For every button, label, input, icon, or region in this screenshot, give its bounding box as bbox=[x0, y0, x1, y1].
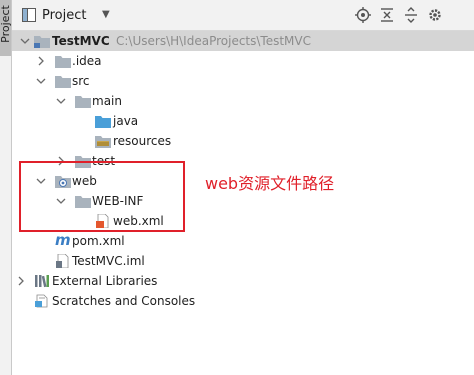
tree-item-label: TestMVC bbox=[52, 34, 110, 48]
settings-icon[interactable] bbox=[426, 6, 444, 24]
tool-window-strip: Project bbox=[0, 0, 12, 375]
tree-item-label: TestMVC.iml bbox=[72, 254, 145, 268]
locate-icon[interactable] bbox=[354, 6, 372, 24]
tree-item-src[interactable]: src bbox=[12, 71, 474, 91]
tree-item-resources[interactable]: resources bbox=[12, 131, 474, 151]
tree-item-label: java bbox=[113, 114, 139, 128]
tree-item-pom[interactable]: m pom.xml bbox=[12, 231, 474, 251]
maven-file-icon: m bbox=[55, 231, 71, 249]
tree-item-label: pom.xml bbox=[72, 234, 125, 248]
tree-item-label: External Libraries bbox=[52, 274, 158, 288]
tree-item-root[interactable]: TestMVC C:\Users\H\IdeaProjects\TestMVC bbox=[12, 31, 474, 51]
tree-item-scratches[interactable]: Scratches and Consoles bbox=[12, 291, 474, 311]
collapse-all-icon[interactable] bbox=[378, 6, 396, 24]
project-view-icon bbox=[22, 8, 36, 22]
tree-item-java[interactable]: java bbox=[12, 111, 474, 131]
scratches-icon bbox=[35, 294, 48, 308]
tree-item-external-libraries[interactable]: External Libraries bbox=[12, 271, 474, 291]
chevron-right-icon[interactable] bbox=[36, 55, 46, 67]
caret-down-icon[interactable]: ▼ bbox=[102, 9, 110, 21]
tree-item-label: main bbox=[92, 94, 122, 108]
expand-all-icon[interactable] bbox=[402, 6, 420, 24]
chevron-down-icon[interactable] bbox=[20, 35, 30, 47]
project-toolwindow-header: Project ▼ bbox=[12, 0, 474, 31]
tree-item-iml[interactable]: TestMVC.iml bbox=[12, 251, 474, 271]
chevron-down-icon[interactable] bbox=[36, 75, 46, 87]
source-folder-icon bbox=[95, 116, 111, 128]
project-strip-tab[interactable]: Project bbox=[0, 0, 12, 56]
folder-icon bbox=[55, 56, 71, 68]
tree-item-label: resources bbox=[113, 134, 172, 148]
folder-icon bbox=[55, 76, 71, 88]
tree-item-idea[interactable]: .idea bbox=[12, 51, 474, 71]
header-toolbar bbox=[354, 6, 474, 24]
annotation-note: web资源文件路径 bbox=[205, 174, 335, 193]
module-folder-icon bbox=[34, 36, 50, 48]
project-view-title[interactable]: Project bbox=[42, 8, 86, 23]
project-strip-label: Project bbox=[0, 5, 12, 43]
module-file-icon bbox=[56, 254, 69, 268]
tree-item-label: Scratches and Consoles bbox=[52, 294, 196, 308]
tree-item-path: C:\Users\H\IdeaProjects\TestMVC bbox=[116, 34, 311, 48]
tree-item-label: .idea bbox=[72, 54, 102, 68]
tree-item-main[interactable]: main bbox=[12, 91, 474, 111]
resources-folder-icon bbox=[95, 136, 111, 148]
chevron-right-icon[interactable] bbox=[16, 275, 26, 287]
chevron-down-icon[interactable] bbox=[56, 95, 66, 107]
library-icon bbox=[35, 275, 49, 288]
tree-item-label: src bbox=[72, 74, 90, 88]
folder-icon bbox=[75, 96, 91, 108]
annotation-highlight-box bbox=[19, 161, 185, 232]
